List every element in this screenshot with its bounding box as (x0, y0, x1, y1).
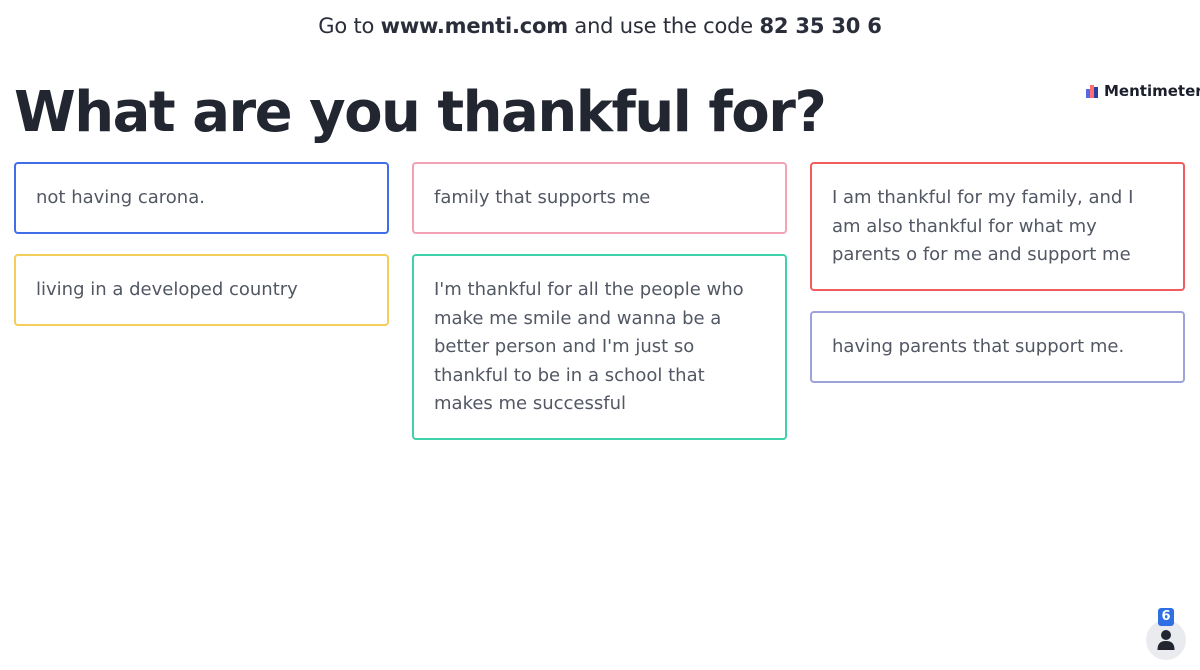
responses-column-1: not having carona. living in a developed… (14, 162, 389, 326)
join-url[interactable]: www.menti.com (381, 14, 568, 38)
response-card: family that supports me (412, 162, 787, 234)
join-instructions: Go to www.menti.com and use the code 82 … (0, 14, 1200, 38)
responses-column-3: I am thankful for my family, and I am al… (810, 162, 1185, 383)
participants-indicator[interactable]: 6 (1146, 608, 1186, 660)
mentimeter-logo: Mentimeter (1086, 82, 1200, 100)
participant-count-badge: 6 (1158, 608, 1174, 626)
join-code: 82 35 30 6 (759, 14, 882, 38)
response-card: living in a developed country (14, 254, 389, 326)
brand-name: Mentimeter (1104, 82, 1200, 100)
response-card: not having carona. (14, 162, 389, 234)
join-prefix: Go to (318, 14, 381, 38)
join-middle: and use the code (567, 14, 760, 38)
response-card: having parents that support me. (810, 310, 1185, 383)
response-card: I'm thankful for all the people who make… (412, 254, 787, 440)
presentation-slide: Go to www.menti.com and use the code 82 … (0, 0, 1200, 670)
person-icon (1146, 620, 1186, 660)
mentimeter-logo-icon (1086, 84, 1099, 98)
question-title: What are you thankful for? (14, 80, 827, 145)
response-card: I am thankful for my family, and I am al… (810, 162, 1185, 291)
responses-column-2: family that supports me I'm thankful for… (412, 162, 787, 440)
